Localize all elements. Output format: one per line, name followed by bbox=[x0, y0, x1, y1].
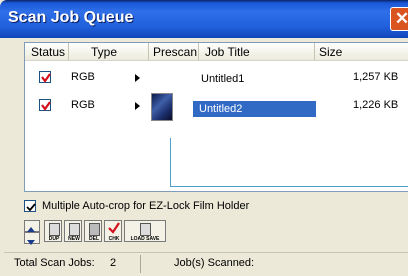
type-cell: RGB bbox=[71, 71, 95, 83]
job-title-cell-selected[interactable]: Untitled2 bbox=[193, 101, 316, 117]
page-icon bbox=[69, 223, 80, 236]
check-button[interactable]: CHK bbox=[104, 220, 122, 242]
checkmark-icon bbox=[108, 222, 120, 234]
prescan-thumbnail[interactable] bbox=[151, 93, 173, 121]
callout-line bbox=[170, 186, 408, 187]
title-bar[interactable]: Scan Job Queue ✕ bbox=[0, 0, 408, 38]
size-cell: 1,226 KB bbox=[353, 99, 399, 111]
status-checkbox[interactable] bbox=[39, 99, 51, 111]
dialog-body: Status Type Prescan Job Title Size RGB U… bbox=[4, 38, 408, 276]
job-list[interactable]: Status Type Prescan Job Title Size RGB U… bbox=[24, 42, 408, 192]
table-row[interactable]: RGB Untitled1 1,257 KB bbox=[25, 63, 408, 93]
column-header-status[interactable]: Status bbox=[25, 43, 69, 61]
delete-button[interactable]: DEL bbox=[84, 220, 102, 242]
move-up-button[interactable] bbox=[24, 220, 40, 232]
scan-job-queue-window: Scan Job Queue ✕ Status Type Prescan Job… bbox=[0, 0, 408, 276]
column-header-job-title[interactable]: Job Title bbox=[199, 43, 315, 61]
disk-icon bbox=[140, 223, 151, 236]
scanned-jobs-label: Job(s) Scanned: bbox=[174, 257, 255, 269]
total-jobs-value: 2 bbox=[110, 257, 117, 269]
copy-icon bbox=[49, 223, 60, 236]
check-icon bbox=[26, 203, 36, 212]
callout-line bbox=[170, 138, 171, 186]
load-save-button[interactable]: LOAD SAVE bbox=[124, 220, 166, 242]
move-down-button[interactable] bbox=[24, 232, 40, 245]
column-header-prescan[interactable]: Prescan bbox=[149, 43, 199, 61]
size-cell: 1,257 KB bbox=[353, 71, 399, 83]
check-icon bbox=[41, 73, 51, 83]
auto-crop-checkbox[interactable] bbox=[24, 200, 36, 212]
total-jobs-label: Total Scan Jobs: bbox=[14, 257, 95, 269]
window-title: Scan Job Queue bbox=[8, 9, 134, 26]
duplicate-button[interactable]: DUP bbox=[44, 220, 62, 242]
type-cell: RGB bbox=[71, 99, 95, 111]
column-header-type[interactable]: Type bbox=[69, 43, 149, 61]
column-header-size[interactable]: Size bbox=[315, 43, 408, 61]
status-bar: Total Scan Jobs: 2 Job(s) Scanned: bbox=[4, 252, 408, 275]
expand-arrow-icon[interactable] bbox=[135, 102, 140, 110]
arrow-down-icon bbox=[27, 240, 35, 245]
table-row[interactable]: RGB Untitled2 1,226 KB bbox=[25, 93, 408, 123]
close-button[interactable]: ✕ bbox=[390, 7, 408, 31]
expand-arrow-icon[interactable] bbox=[135, 74, 140, 82]
job-title-cell[interactable]: Untitled1 bbox=[201, 73, 244, 85]
new-button[interactable]: NEW bbox=[64, 220, 82, 242]
status-divider bbox=[140, 255, 141, 273]
check-icon bbox=[41, 101, 51, 111]
status-checkbox[interactable] bbox=[39, 71, 51, 83]
trash-icon bbox=[89, 223, 100, 236]
auto-crop-label: Multiple Auto-crop for EZ-Lock Film Hold… bbox=[42, 200, 250, 212]
